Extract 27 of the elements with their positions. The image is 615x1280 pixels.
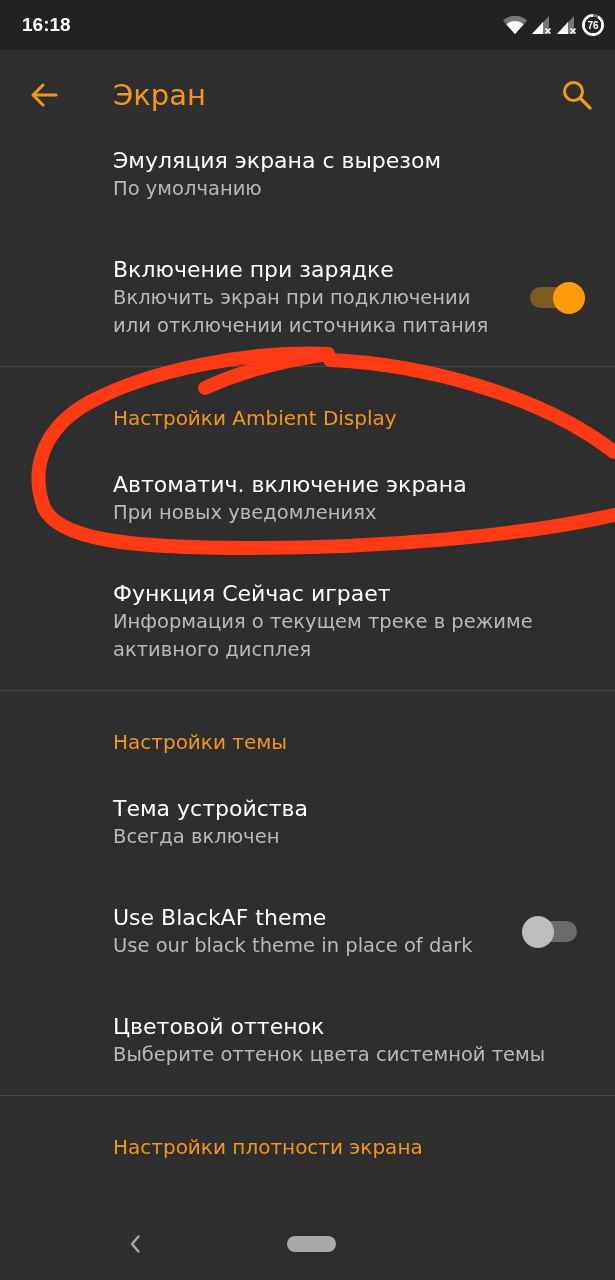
item-title[interactable]: Автоматич. включение экрана [113, 470, 467, 499]
item-summary: Выберите оттенок цвета системной темы [113, 1042, 546, 1068]
category-header: Настройки Ambient Display [113, 405, 397, 432]
item-title[interactable]: Use BlackAF theme [113, 903, 327, 932]
back-arrow-icon[interactable] [30, 83, 58, 107]
item-title[interactable]: Включение при зарядке [113, 255, 394, 284]
battery-indicator: 76 [582, 14, 604, 36]
category-header: Настройки темы [113, 729, 288, 756]
item-title[interactable]: Цветовой оттенок [113, 1012, 325, 1041]
item-title[interactable]: Эмуляция экрана с вырезом [113, 146, 442, 175]
item-summary: При новых уведомлениях [113, 500, 377, 526]
signal-icon [532, 16, 552, 34]
back-chevron-icon[interactable] [130, 1234, 140, 1253]
item-summary: Включить экран при подключении или отключении источника питания [113, 285, 490, 339]
search-icon[interactable] [562, 80, 592, 110]
item-title[interactable]: Тема устройства [113, 794, 309, 823]
home-pill-icon[interactable] [287, 1235, 336, 1252]
item-summary: Информация о текущем треке в режиме активного дисплея [113, 609, 534, 663]
signal-icon [557, 16, 577, 34]
item-summary: Всегда включен [113, 824, 280, 850]
wifi-icon [503, 16, 527, 34]
status-time: 16:18 [22, 14, 71, 36]
item-summary: По умолчанию [113, 176, 262, 202]
item-summary: Use our black theme in place of dark [113, 933, 473, 959]
page-title: Экран [113, 77, 206, 113]
item-title[interactable]: Функция Сейчас играет [113, 579, 391, 608]
category-header: Настройки плотности экрана [113, 1134, 423, 1161]
